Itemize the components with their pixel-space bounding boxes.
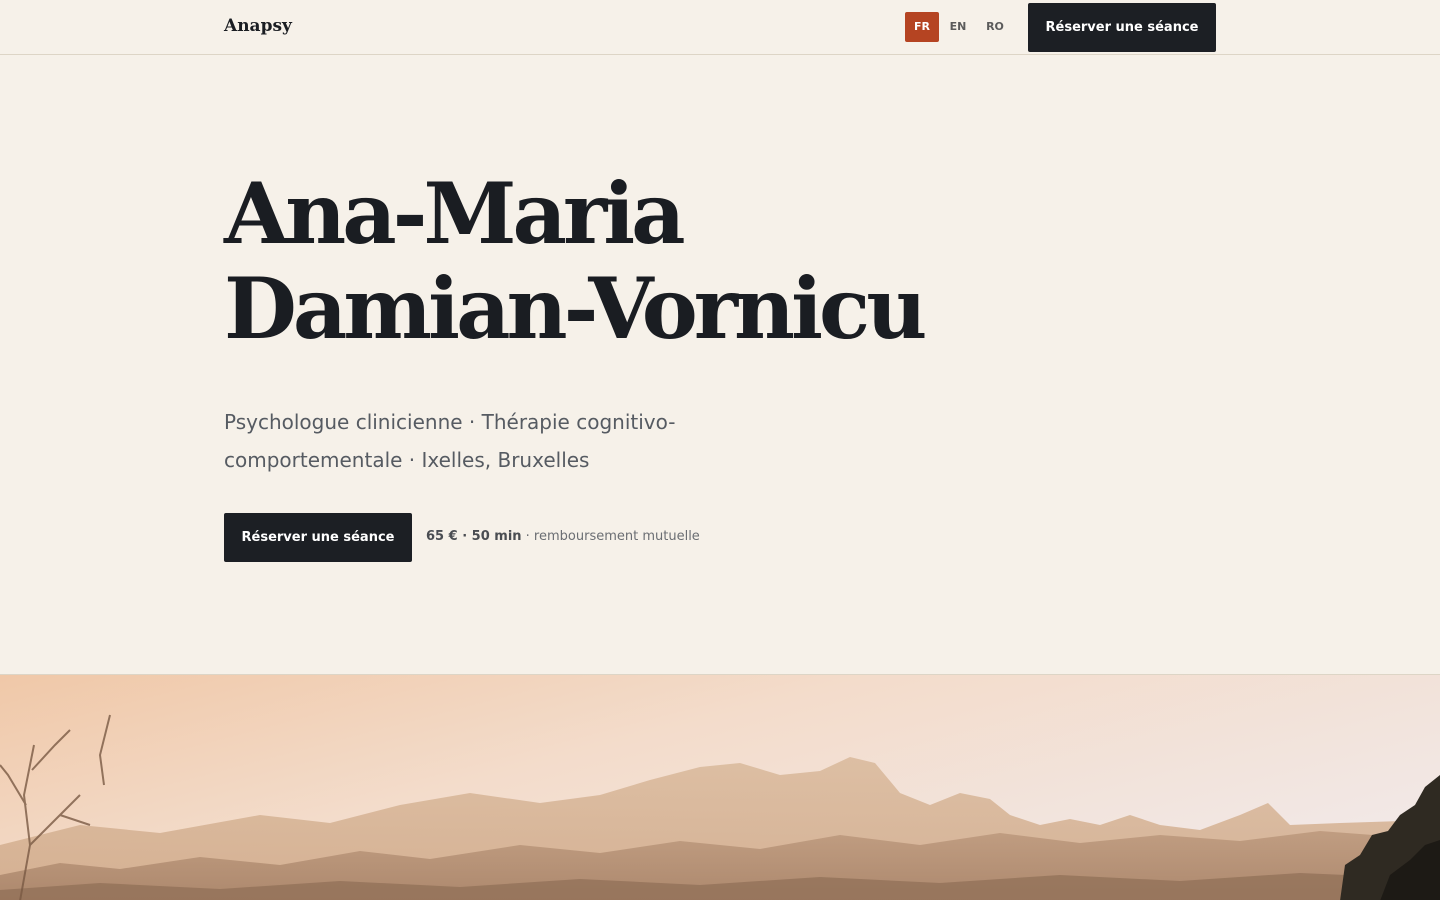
mountain-landscape-photo bbox=[0, 675, 1440, 900]
brand-logo[interactable]: Anapsy bbox=[224, 16, 292, 36]
hero-subtitle: Psychologue clinicienne · Thérapie cogni… bbox=[224, 410, 676, 472]
site-header: Anapsy FR EN RO Réserver une séance bbox=[0, 0, 1440, 55]
price-info: 65 € · 50 min · remboursement mutuelle bbox=[426, 527, 700, 547]
landscape-image bbox=[0, 674, 1440, 900]
header-book-button[interactable]: Réserver une séance bbox=[1028, 3, 1216, 52]
hero-name-line2: Damian-Vornicu bbox=[224, 259, 927, 358]
price-value: 65 € · 50 min bbox=[426, 529, 522, 544]
price-note: · remboursement mutuelle bbox=[521, 529, 700, 544]
hero-book-button[interactable]: Réserver une séance bbox=[224, 513, 412, 562]
hero-name-line1: Ana-Maria bbox=[224, 164, 686, 263]
lang-en-button[interactable]: EN bbox=[942, 12, 974, 42]
lang-ro-button[interactable]: RO bbox=[979, 12, 1011, 42]
lang-fr-button[interactable]: FR bbox=[905, 12, 939, 42]
hero-name: Ana-Maria Damian-Vornicu bbox=[224, 166, 1224, 356]
